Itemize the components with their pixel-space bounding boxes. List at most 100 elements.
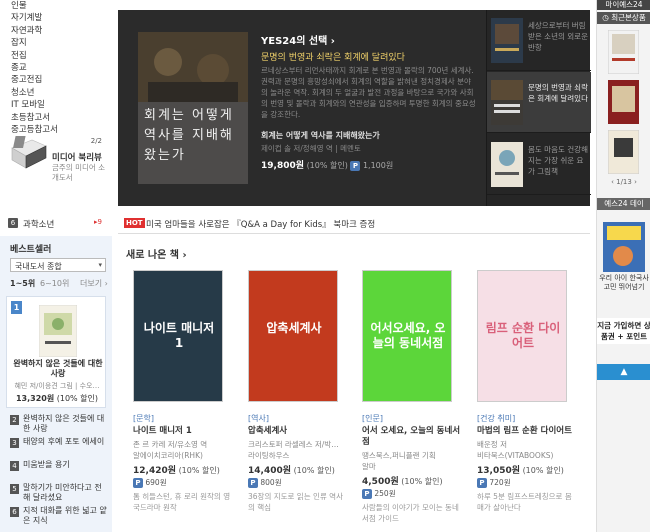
recent-book-thumb[interactable] [608, 80, 639, 124]
book-title[interactable]: 압축세계사 [248, 426, 352, 437]
book-publisher: 라이팅하우스 [248, 451, 290, 460]
carousel-item[interactable]: 세상으로부터 버림받은 소년의 외로운 반항 [487, 10, 591, 71]
recent-items-title: 최근본상품 [611, 13, 646, 22]
history-book-banner[interactable] [603, 222, 645, 272]
category-link[interactable]: IT 모바일 [0, 99, 108, 111]
carousel-item[interactable]: 몸도 마음도 건강해지는 가장 쉬운 요가 그림책 [487, 134, 591, 195]
book-category[interactable]: [역사] [248, 413, 269, 424]
hero-discount: (10% 할인) [306, 161, 348, 170]
book-discount: (10% 할인) [401, 477, 443, 486]
tab-rank-6-10[interactable]: 6~10위 [40, 278, 69, 289]
category-link[interactable]: 인물 [0, 0, 108, 12]
recent-book-thumb[interactable] [608, 130, 639, 174]
rank-badge: 6 [10, 507, 19, 517]
book-category[interactable]: [문학] [133, 413, 154, 424]
book-points: 250원 [374, 489, 396, 498]
featured-author: 혜민 저/이응견 그림 | 수오… [14, 382, 100, 390]
right-rail: 마이예스24 ◷ 최근본상품 ‹ 1/13 › 예스24 데이 우리 아이 한국… [596, 0, 650, 532]
rank-badge: 1 [11, 301, 22, 314]
banner-text[interactable]: 우리 아이 한국사 고민 뛰어넘기 [599, 274, 649, 292]
bestseller-row-title[interactable]: 말하기가 미안하다고 전해 달라셨요 [23, 483, 109, 503]
promo-counter: 2/2 [90, 137, 102, 145]
points-icon: P [362, 489, 372, 499]
hero-headline[interactable]: 문명의 번영과 쇠락은 회계에 달려있다 [261, 50, 481, 63]
book-thumbnail [491, 142, 523, 187]
hero-description: 르네상스부터 리먼사태까지 회계로 본 번영과 몰락의 700년 세계사. 권력… [261, 66, 476, 119]
section-label[interactable]: 과학소년 [23, 218, 54, 230]
book-price: 14,400원 [248, 466, 292, 476]
featured-book-cover[interactable] [39, 305, 77, 357]
bestseller-row-title[interactable]: 완벽하지 않은 것들에 대한 사랑 [23, 414, 109, 434]
cover-title: 압축세계사 [266, 321, 322, 335]
book-cover[interactable]: 나이트 매니저 1 [133, 270, 223, 402]
editor-pick-label[interactable]: YES24의 선택 › [261, 32, 335, 47]
hero-price: 19,800원 (10% 할인) P 1,100원 [261, 158, 393, 171]
category-link[interactable]: 자기계발 [0, 12, 108, 24]
bestseller-row-title[interactable]: 태양의 후예 포토 에세이 [23, 437, 109, 447]
category-link[interactable]: 잡지 [0, 37, 108, 49]
yes24-day-header[interactable]: 예스24 데이 [597, 198, 650, 210]
carousel-item-active[interactable]: 문명의 번영과 쇠락은 회계에 달려있다 [487, 72, 591, 133]
pager-text: 1/13 [616, 178, 632, 186]
scroll-top-button[interactable]: ▲ [597, 364, 650, 380]
new-books-title[interactable]: 새로 나온 책 › [126, 246, 187, 261]
clock-icon: ◷ [602, 13, 612, 22]
recent-book-thumb[interactable] [608, 30, 639, 74]
book-title[interactable]: 마법의 림프 순환 다이어트 [477, 426, 581, 437]
more-link[interactable]: 더보기 › [80, 278, 108, 289]
hero-cover-title: 회계는 어떻게 역사를 지배해왔는가 [144, 108, 234, 163]
book-discount: (10% 할인) [293, 466, 335, 475]
category-link[interactable]: 종교 [0, 62, 108, 74]
book-cover[interactable]: 림프 순환 다이어트 [477, 270, 567, 402]
book-points-row: P 250원 [362, 488, 396, 499]
my-yes24-tab[interactable]: 마이예스24 [597, 0, 650, 10]
book-cover[interactable]: 어서오세요, 오늘의 동네서점 [362, 270, 452, 402]
book-publisher: 알에이치코리아(RHK) [133, 451, 203, 460]
category-link[interactable]: 중고전집 [0, 74, 108, 86]
hero-book-title[interactable]: 회계는 어떻게 역사를 지배해왔는가 [261, 130, 380, 141]
up-arrow-icon: ▲ [620, 367, 628, 377]
book-title[interactable]: 나이트 매니저 1 [133, 426, 237, 437]
recent-items-header: ◷ 최근본상품 [597, 12, 650, 24]
book-cover[interactable]: 압축세계사 [248, 270, 338, 402]
book-title[interactable]: 어서 오세요, 오늘의 동네서점 [362, 426, 466, 448]
bestseller-title: 베스트셀러 [10, 245, 52, 255]
hero-price-value: 19,800원 [261, 161, 305, 171]
book-points-row: P 800원 [248, 477, 282, 488]
section-count: ▸9 [94, 218, 102, 226]
featured-title[interactable]: 완벽하지 않은 것들에 대한 사랑 [13, 359, 103, 379]
hot-notice-link[interactable]: 미국 엄마들을 사로잡은 『Q&A a Day for Kids』 북마크 증정 [146, 218, 375, 230]
promo-title[interactable]: 미디어 북리뷰 [52, 151, 102, 163]
category-nav: 인물 자기계발 자연과학 잡지 전집 종교 중고전집 청소년 IT 모바일 초등참고서 중고등참고서 [0, 0, 108, 136]
book-price: 13,050원 [477, 466, 521, 476]
bestseller-row-title[interactable]: 미움받을 용기 [23, 460, 109, 470]
category-link[interactable]: 전집 [0, 50, 108, 62]
featured-discount: (10% 할인) [56, 394, 99, 403]
bestseller-featured[interactable]: 1 완벽하지 않은 것들에 대한 사랑 혜민 저/이응견 그림 | 수오… 13… [6, 296, 106, 408]
book-price: 4,500원 [362, 477, 399, 487]
join-promo[interactable]: 지금 가입하면 상품권 + 포인트 [597, 318, 650, 344]
rank-badge: 4 [10, 461, 19, 471]
category-link[interactable]: 초등참고서 [0, 112, 108, 124]
bestseller-select[interactable]: 국내도서 종합 ▾ [10, 258, 106, 272]
book-description: 36장의 지도로 읽는 인류 역사의 핵심 [248, 492, 343, 512]
bestseller-row-title[interactable]: 지적 대화를 위한 넓고 얕은 지식 [23, 506, 109, 526]
category-link[interactable]: 청소년 [0, 87, 108, 99]
book-price-row: 14,400원 (10% 할인) [248, 463, 335, 476]
category-link[interactable]: 자연과학 [0, 25, 108, 37]
chevron-down-icon[interactable]: ▾ [98, 261, 102, 269]
book-category[interactable]: [인문] [362, 413, 383, 424]
next-arrow-icon[interactable]: › [632, 178, 637, 186]
book-stack-icon [11, 136, 47, 169]
hero-book-cover[interactable]: 회계는 어떻게 역사를 지배해왔는가 [138, 32, 248, 184]
book-price-row: 12,420원 (10% 할인) [133, 463, 220, 476]
book-category[interactable]: [건강 취미] [477, 413, 515, 424]
book-author: 땡스북스,퍼니플랜 기획 [362, 451, 436, 460]
points-icon: P [477, 478, 487, 488]
recent-pager[interactable]: ‹ 1/13 › [597, 178, 650, 186]
points-icon: P [133, 478, 143, 488]
book-points: 800원 [260, 478, 282, 487]
media-review-promo[interactable]: 2/2 미디어 북리뷰 금주의 미디어 소개도서 [4, 130, 108, 188]
points-icon: P [248, 478, 258, 488]
tab-rank-1-5[interactable]: 1~5위 [10, 278, 35, 289]
